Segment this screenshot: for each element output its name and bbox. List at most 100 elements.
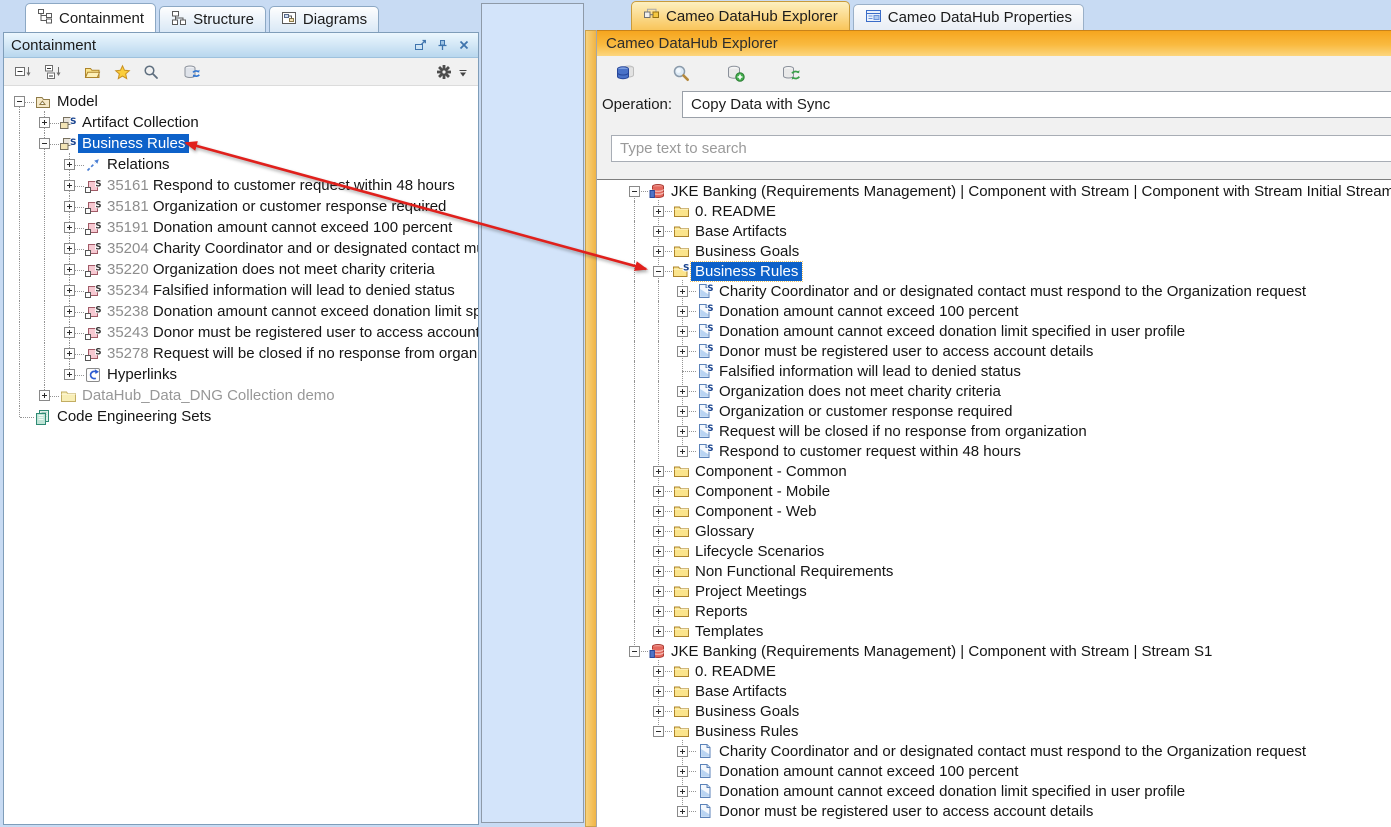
expand-expander-icon[interactable] [653, 526, 664, 537]
tab-cameo-datahub-explorer[interactable]: Cameo DataHub Explorer [631, 1, 850, 30]
tree-item-label[interactable]: Business Rules [691, 262, 802, 281]
options-button[interactable] [436, 64, 452, 80]
expand-expander-icon[interactable] [39, 117, 50, 128]
tree-item-label[interactable]: Glossary [691, 522, 758, 541]
expand-expander-icon[interactable] [64, 159, 75, 170]
tree-item-label[interactable]: Base Artifacts [691, 222, 791, 241]
tree-item-label[interactable]: Request will be closed if no response fr… [715, 422, 1091, 441]
tree-item-label[interactable]: Respond to customer request within 48 ho… [715, 442, 1025, 461]
options-menu-button[interactable] [458, 66, 468, 78]
expand-expander-icon[interactable] [653, 226, 664, 237]
tree-item-label[interactable]: Non Functional Requirements [691, 562, 897, 581]
expand-expander-icon[interactable] [64, 369, 75, 380]
tree-item-label[interactable]: DataHub_Data_DNG Collection demo [78, 386, 339, 405]
expand-expander-icon[interactable] [653, 206, 664, 217]
quick-search-button[interactable] [143, 64, 159, 80]
tree-item-label[interactable]: 35181 Organization or customer response … [103, 197, 450, 216]
tree-item-label[interactable]: Component - Common [691, 462, 851, 481]
tree-item-label[interactable]: Base Artifacts [691, 682, 791, 701]
tree-item-label[interactable]: Organization or customer response requir… [715, 402, 1016, 421]
expand-expander-icon[interactable] [64, 306, 75, 317]
tree-item-label[interactable]: Business Goals [691, 702, 803, 721]
expand-expander-icon[interactable] [677, 746, 688, 757]
expand-expander-icon[interactable] [64, 327, 75, 338]
expand-expander-icon[interactable] [653, 606, 664, 617]
expand-expander-icon[interactable] [677, 286, 688, 297]
operation-combobox[interactable]: Copy Data with Sync [682, 91, 1391, 118]
collapse-expander-icon[interactable] [653, 726, 664, 737]
tree-item-label[interactable]: Relations [103, 155, 174, 174]
expand-expander-icon[interactable] [677, 326, 688, 337]
tree-item-label[interactable]: 35238 Donation amount cannot exceed dona… [103, 302, 478, 321]
tree-item-label[interactable]: 0. README [691, 202, 780, 221]
expand-expander-icon[interactable] [677, 406, 688, 417]
collapse-selected-button[interactable] [44, 64, 62, 80]
tree-item-label[interactable]: Donor must be registered user to access … [715, 802, 1097, 821]
expand-expander-icon[interactable] [653, 706, 664, 717]
tree-item-label[interactable]: Project Meetings [691, 582, 811, 601]
tree-item-label[interactable]: 35220 Organization does not meet charity… [103, 260, 439, 279]
expand-expander-icon[interactable] [653, 506, 664, 517]
open-diagram-button[interactable] [84, 64, 102, 80]
expand-expander-icon[interactable] [653, 566, 664, 577]
expand-expander-icon[interactable] [64, 264, 75, 275]
tree-item-label[interactable]: Business Rules [78, 134, 189, 153]
collapse-expander-icon[interactable] [653, 266, 664, 277]
collapse-all-button[interactable] [14, 64, 32, 80]
expand-expander-icon[interactable] [64, 180, 75, 191]
close-button[interactable] [457, 38, 471, 52]
tab-containment[interactable]: Containment [25, 3, 156, 32]
expand-expander-icon[interactable] [677, 446, 688, 457]
tab-diagrams[interactable]: Diagrams [269, 6, 379, 32]
expand-expander-icon[interactable] [64, 243, 75, 254]
tree-item-label[interactable]: 35243 Donor must be registered user to a… [103, 323, 478, 342]
expand-expander-icon[interactable] [677, 386, 688, 397]
find-button[interactable] [672, 64, 690, 82]
tree-item-label[interactable]: 35234 Falsified information will lead to… [103, 281, 459, 300]
tree-item-label[interactable]: Business Rules [691, 722, 802, 741]
tree-item-label[interactable]: Donation amount cannot exceed 100 percen… [715, 762, 1022, 781]
expand-expander-icon[interactable] [64, 285, 75, 296]
tree-item-label[interactable]: Donor must be registered user to access … [715, 342, 1097, 361]
tree-item-label[interactable]: JKE Banking (Requirements Management) | … [667, 182, 1391, 201]
search-input[interactable] [611, 135, 1391, 162]
expand-expander-icon[interactable] [677, 426, 688, 437]
expand-expander-icon[interactable] [677, 306, 688, 317]
copy-data-button[interactable] [726, 64, 745, 82]
tree-item-label[interactable]: 0. README [691, 662, 780, 681]
collapse-expander-icon[interactable] [14, 96, 25, 107]
tab-structure[interactable]: Structure [159, 6, 266, 32]
collapse-expander-icon[interactable] [629, 646, 640, 657]
tree-item-label[interactable]: 35191 Donation amount cannot exceed 100 … [103, 218, 456, 237]
expand-expander-icon[interactable] [653, 246, 664, 257]
expand-expander-icon[interactable] [653, 466, 664, 477]
tree-item-label[interactable]: Component - Web [691, 502, 820, 521]
tree-item-label[interactable]: Charity Coordinator and or designated co… [715, 742, 1310, 761]
tree-item-label[interactable]: Business Goals [691, 242, 803, 261]
expand-expander-icon[interactable] [653, 666, 664, 677]
tree-item-label[interactable]: Hyperlinks [103, 365, 181, 384]
tree-item-label[interactable]: JKE Banking (Requirements Management) | … [667, 642, 1216, 661]
expand-expander-icon[interactable] [653, 546, 664, 557]
tree-item-label[interactable]: Donation amount cannot exceed donation l… [715, 322, 1189, 341]
collapse-expander-icon[interactable] [39, 138, 50, 149]
expand-expander-icon[interactable] [64, 222, 75, 233]
expand-expander-icon[interactable] [677, 346, 688, 357]
collapse-expander-icon[interactable] [629, 186, 640, 197]
tree-item-label[interactable]: Charity Coordinator and or designated co… [715, 282, 1310, 301]
tree-item-label[interactable]: Organization does not meet charity crite… [715, 382, 1005, 401]
favorites-button[interactable] [114, 64, 131, 80]
pin-button[interactable] [435, 38, 449, 52]
float-button[interactable] [413, 38, 427, 52]
expand-expander-icon[interactable] [64, 201, 75, 212]
expand-expander-icon[interactable] [653, 686, 664, 697]
expand-expander-icon[interactable] [677, 766, 688, 777]
tree-item-label[interactable]: Templates [691, 622, 767, 641]
tree-item-label[interactable]: Artifact Collection [78, 113, 203, 132]
sync-data-button[interactable] [781, 64, 801, 82]
expand-expander-icon[interactable] [677, 786, 688, 797]
tree-item-label[interactable]: Falsified information will lead to denie… [715, 362, 1025, 381]
expand-expander-icon[interactable] [39, 390, 50, 401]
tree-item-label[interactable]: 35204 Charity Coordinator and or designa… [103, 239, 478, 258]
expand-expander-icon[interactable] [677, 806, 688, 817]
